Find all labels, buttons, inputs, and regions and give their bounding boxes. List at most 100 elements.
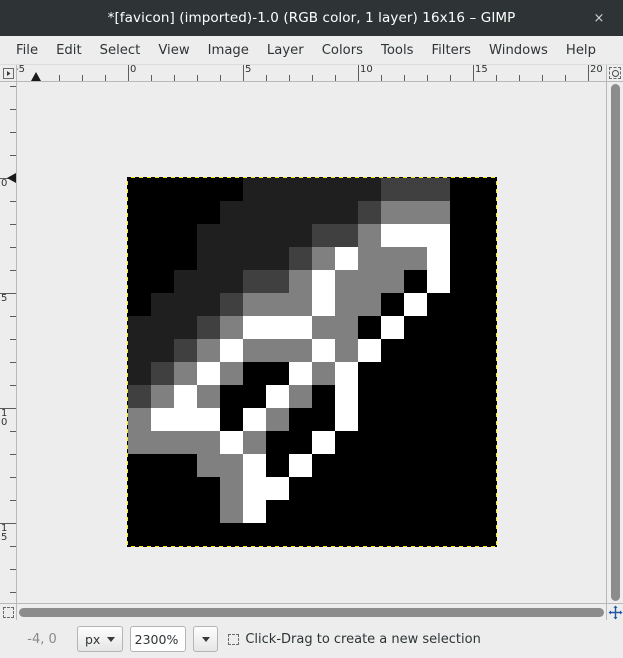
image-pixel[interactable] <box>220 224 243 247</box>
image-pixel[interactable] <box>220 201 243 224</box>
ruler-horizontal[interactable]: -5 0 5 10 15 20 <box>17 65 606 82</box>
image-pixel[interactable] <box>174 500 197 523</box>
image-pixel[interactable] <box>220 477 243 500</box>
image-pixel[interactable] <box>266 477 289 500</box>
image-pixel[interactable] <box>266 362 289 385</box>
image-pixel[interactable] <box>174 523 197 546</box>
image-pixel[interactable] <box>312 339 335 362</box>
image-pixel[interactable] <box>312 431 335 454</box>
image-pixel[interactable] <box>358 270 381 293</box>
image-pixel[interactable] <box>151 293 174 316</box>
image-pixel[interactable] <box>243 500 266 523</box>
image-pixel[interactable] <box>312 523 335 546</box>
image-pixel[interactable] <box>450 178 473 201</box>
image-canvas[interactable] <box>17 82 606 603</box>
image-pixel[interactable] <box>174 316 197 339</box>
image-pixel[interactable] <box>335 408 358 431</box>
image-pixel[interactable] <box>335 454 358 477</box>
image-pixel[interactable] <box>174 385 197 408</box>
image-pixel[interactable] <box>381 362 404 385</box>
image-pixel[interactable] <box>151 201 174 224</box>
image-pixel[interactable] <box>473 431 496 454</box>
image-pixel[interactable] <box>289 270 312 293</box>
menu-file[interactable]: File <box>7 40 47 61</box>
image-pixel[interactable] <box>151 270 174 293</box>
image-pixel[interactable] <box>358 385 381 408</box>
menu-windows[interactable]: Windows <box>480 40 557 61</box>
image-pixel[interactable] <box>128 178 151 201</box>
image-pixel[interactable] <box>404 408 427 431</box>
image-pixel[interactable] <box>427 224 450 247</box>
image-pixel[interactable] <box>312 408 335 431</box>
image-pixel[interactable] <box>197 201 220 224</box>
image-pixel[interactable] <box>197 385 220 408</box>
image-pixel[interactable] <box>128 247 151 270</box>
image-pixel[interactable] <box>381 408 404 431</box>
image-pixel[interactable] <box>335 385 358 408</box>
image-pixel[interactable] <box>427 362 450 385</box>
image-pixel[interactable] <box>174 270 197 293</box>
image-pixel[interactable] <box>335 247 358 270</box>
zoom-fit-icon[interactable] <box>606 65 623 82</box>
image-pixel[interactable] <box>220 247 243 270</box>
image-pixel[interactable] <box>473 385 496 408</box>
image-pixel[interactable] <box>404 270 427 293</box>
image-pixel[interactable] <box>358 178 381 201</box>
image-pixel[interactable] <box>312 178 335 201</box>
image-pixel[interactable] <box>151 477 174 500</box>
image-pixel[interactable] <box>197 362 220 385</box>
image-pixel[interactable] <box>174 178 197 201</box>
image-pixel[interactable] <box>243 339 266 362</box>
image-pixel[interactable] <box>266 523 289 546</box>
image-pixel[interactable] <box>289 408 312 431</box>
image-pixel[interactable] <box>404 201 427 224</box>
image-pixel[interactable] <box>174 293 197 316</box>
image-pixel[interactable] <box>197 293 220 316</box>
image-pixel[interactable] <box>151 385 174 408</box>
image-pixel[interactable] <box>174 454 197 477</box>
image-pixel[interactable] <box>427 385 450 408</box>
image-pixel[interactable] <box>473 500 496 523</box>
image-pixel[interactable] <box>151 454 174 477</box>
image-pixel[interactable] <box>151 247 174 270</box>
image-pixel[interactable] <box>358 293 381 316</box>
image-pixel[interactable] <box>450 247 473 270</box>
image-pixel[interactable] <box>243 247 266 270</box>
image-pixel[interactable] <box>312 247 335 270</box>
close-icon[interactable]: × <box>585 0 613 36</box>
image-pixel[interactable] <box>220 178 243 201</box>
image-pixel[interactable] <box>266 224 289 247</box>
image-pixel[interactable] <box>243 385 266 408</box>
image-pixel[interactable] <box>335 316 358 339</box>
image-pixel[interactable] <box>335 431 358 454</box>
vertical-scrollbar-thumb[interactable] <box>610 84 620 601</box>
image-pixel[interactable] <box>358 224 381 247</box>
image-pixel[interactable] <box>358 454 381 477</box>
image-pixel[interactable] <box>450 270 473 293</box>
image-pixel[interactable] <box>335 293 358 316</box>
image-pixel[interactable] <box>243 454 266 477</box>
image-pixel[interactable] <box>312 477 335 500</box>
image-pixel[interactable] <box>335 477 358 500</box>
image-pixel[interactable] <box>289 293 312 316</box>
image-pixel[interactable] <box>128 500 151 523</box>
image-pixel[interactable] <box>358 247 381 270</box>
image-pixel[interactable] <box>381 224 404 247</box>
pixel-grid[interactable] <box>128 178 496 546</box>
image-pixel[interactable] <box>174 339 197 362</box>
image-pixel[interactable] <box>243 523 266 546</box>
image-pixel[interactable] <box>128 431 151 454</box>
image-pixel[interactable] <box>128 477 151 500</box>
image-pixel[interactable] <box>427 477 450 500</box>
image-pixel[interactable] <box>335 362 358 385</box>
menu-colors[interactable]: Colors <box>313 40 372 61</box>
image-pixel[interactable] <box>335 523 358 546</box>
horizontal-scrollbar[interactable] <box>17 603 606 620</box>
image-pixel[interactable] <box>220 316 243 339</box>
image-pixel[interactable] <box>358 431 381 454</box>
image-pixel[interactable] <box>289 500 312 523</box>
image-pixel[interactable] <box>312 293 335 316</box>
image-pixel[interactable] <box>289 178 312 201</box>
image-pixel[interactable] <box>404 316 427 339</box>
image-pixel[interactable] <box>404 247 427 270</box>
